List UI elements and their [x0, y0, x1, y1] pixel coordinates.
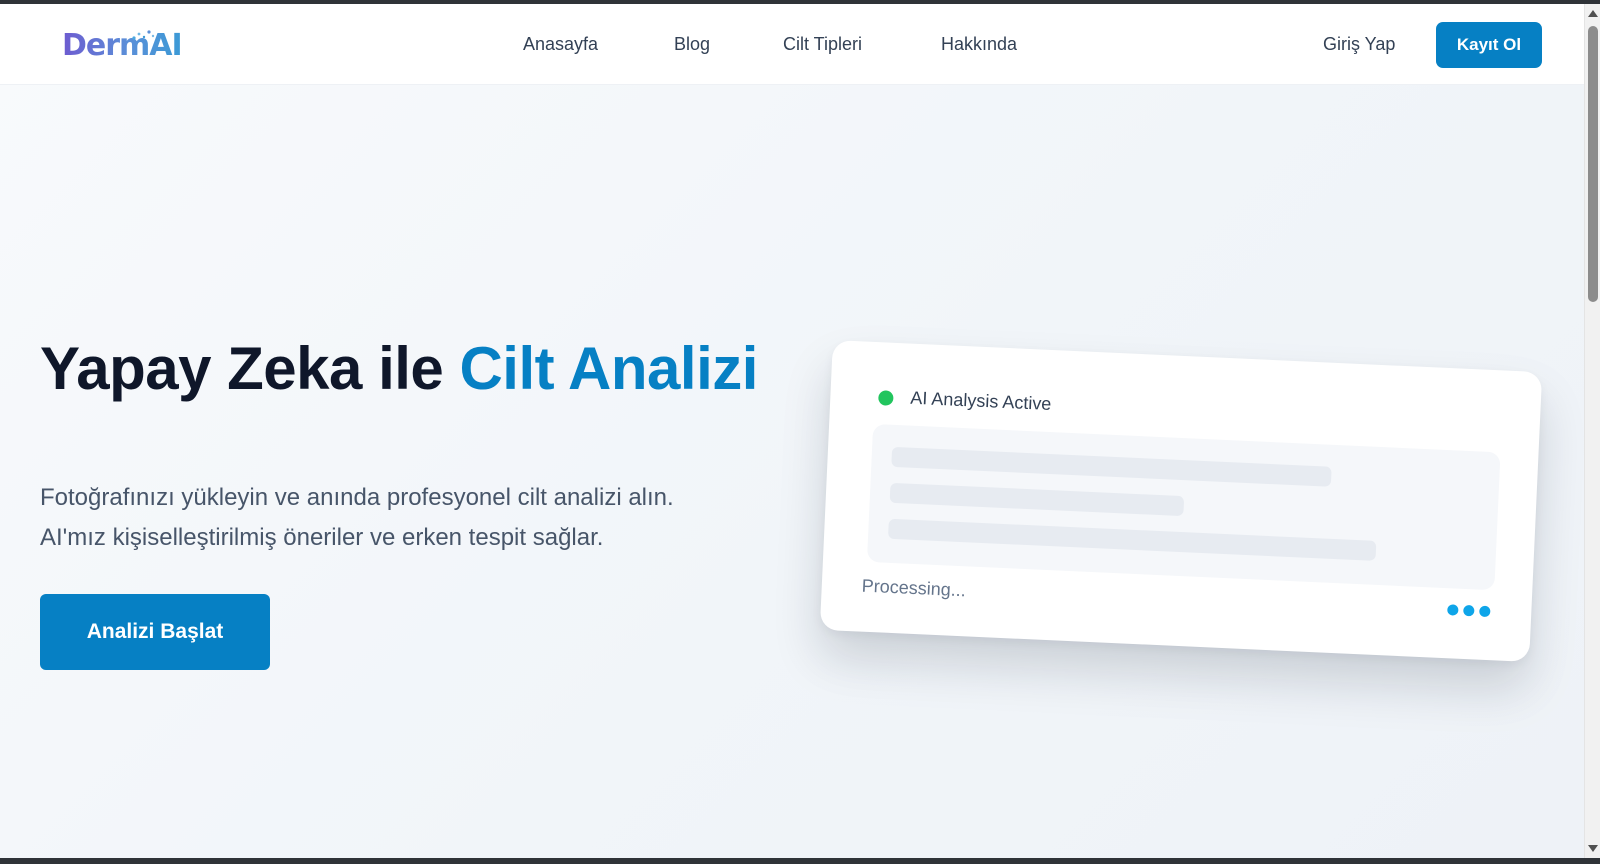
window-bottom-border	[0, 858, 1600, 864]
hero-description-line-1: Fotoğrafınızı yükleyin ve anında profesy…	[40, 484, 674, 511]
loading-dot	[1447, 604, 1459, 616]
loading-dot	[1479, 605, 1491, 618]
status-dot-icon	[878, 390, 894, 406]
loading-dots-icon	[1447, 604, 1492, 620]
skeleton-line	[887, 518, 1377, 561]
skeleton-line	[891, 446, 1332, 487]
scroll-up-icon[interactable]	[1588, 10, 1598, 17]
analysis-status-text: AI Analysis Active	[909, 387, 1052, 415]
skeleton-line	[889, 482, 1185, 517]
result-skeleton	[866, 423, 1501, 591]
nav-link-about[interactable]: Hakkında	[941, 34, 1017, 55]
navbar: DermAI Anasayfa Blog Cilt Tipleri Hakkın…	[0, 4, 1584, 85]
processing-text: Processing...	[861, 575, 967, 601]
hero-title-main: Yapay Zeka ile	[40, 335, 460, 402]
login-link[interactable]: Giriş Yap	[1323, 34, 1395, 55]
start-analysis-button[interactable]: Analizi Başlat	[40, 594, 270, 670]
nav-link-home[interactable]: Anasayfa	[523, 34, 598, 55]
nav-link-skin-types[interactable]: Cilt Tipleri	[783, 34, 862, 55]
page-scrollbar[interactable]	[1584, 4, 1600, 858]
hero-description: Fotoğrafınızı yükleyin ve anında profesy…	[40, 478, 780, 558]
hero-title-accent: Cilt Analizi	[459, 335, 758, 402]
hero-title: Yapay Zeka ile Cilt Analizi	[40, 339, 760, 399]
scroll-down-icon[interactable]	[1588, 845, 1598, 852]
analysis-status-card: AI Analysis Active Processing...	[819, 340, 1543, 662]
scroll-thumb[interactable]	[1588, 26, 1598, 302]
browser-viewport: DermAI Anasayfa Blog Cilt Tipleri Hakkın…	[0, 4, 1584, 858]
hero-description-line-2: AI'mız kişiselleştirilmiş öneriler ve er…	[40, 524, 604, 551]
nav-link-blog[interactable]: Blog	[674, 34, 710, 55]
signup-button[interactable]: Kayıt Ol	[1436, 22, 1542, 68]
loading-dot	[1463, 604, 1475, 617]
